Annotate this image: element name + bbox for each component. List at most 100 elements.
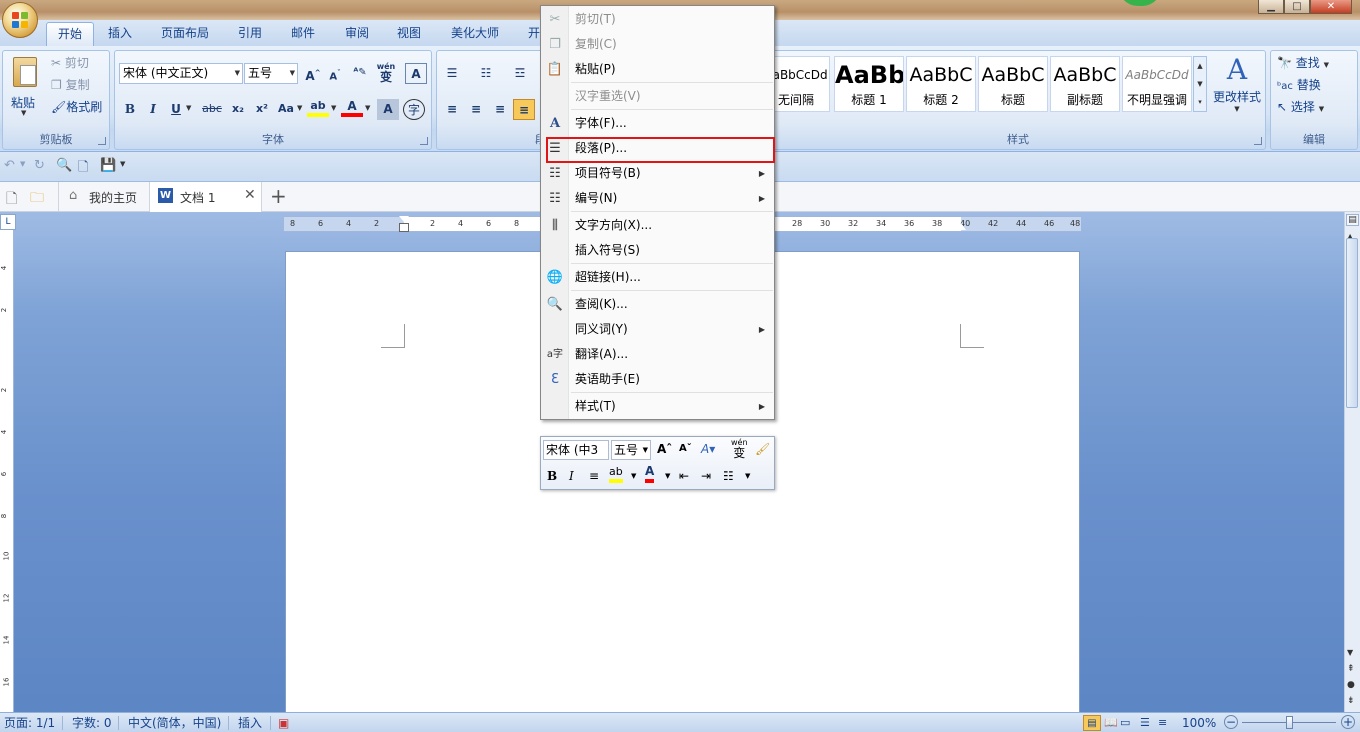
zoom-slider-thumb[interactable] — [1286, 716, 1293, 729]
style-title[interactable]: AaBbC 标题 — [978, 56, 1048, 112]
mini-format-painter-icon[interactable]: 🖌 — [755, 440, 770, 460]
mini-styles-icon[interactable]: A▾ — [701, 440, 715, 460]
align-center-button[interactable]: ≡ — [465, 99, 487, 120]
draft-view-icon[interactable]: ≡ — [1158, 715, 1167, 731]
char-shading-button[interactable]: A — [377, 99, 399, 120]
clear-format-icon[interactable]: ᴬ✎ — [349, 63, 371, 84]
left-indent-marker[interactable] — [399, 223, 409, 232]
new-document-icon[interactable]: 🗋 — [78, 158, 88, 180]
multilevel-list-button[interactable]: ☲ — [509, 63, 531, 84]
mini-bullets-icon[interactable]: ☷ — [723, 467, 734, 487]
first-line-indent-marker[interactable] — [399, 216, 409, 222]
menu-item-translate[interactable]: a字 翻译(A)... — [541, 342, 774, 367]
web-layout-icon[interactable]: ▭ — [1120, 715, 1130, 731]
tab-page-layout[interactable]: 页面布局 — [150, 22, 220, 46]
chevron-down-icon[interactable]: ▼ — [120, 160, 125, 168]
strikethrough-button[interactable]: abc — [201, 99, 223, 120]
tab-home-page[interactable]: ⌂ 我的主页 — [58, 182, 150, 211]
zoom-out-icon[interactable]: − — [1224, 715, 1238, 729]
undo-icon[interactable]: ↶ — [4, 158, 15, 173]
char-border-button[interactable]: A — [405, 63, 427, 84]
minimize-button[interactable]: ▁ — [1258, 0, 1284, 14]
menu-item-synonyms[interactable]: 同义词(Y) ▶ — [541, 317, 774, 342]
office-button[interactable] — [2, 2, 38, 38]
maximize-button[interactable]: □ — [1284, 0, 1310, 14]
tab-review[interactable]: 审阅 — [334, 22, 380, 46]
new-file-icon[interactable]: 🗋 — [6, 188, 17, 212]
mini-highlight-button[interactable]: ab — [609, 465, 623, 483]
grow-font-button[interactable]: A^ — [302, 63, 324, 84]
page-count[interactable]: 页面: 1/1 — [4, 715, 55, 731]
vertical-ruler[interactable]: 4 2 2 4 6 8 10 12 14 16 — [0, 230, 14, 712]
dialog-launcher-icon[interactable] — [98, 137, 106, 145]
tab-stop-selector[interactable]: L — [0, 214, 16, 230]
print-layout-icon[interactable]: ▤ — [1083, 715, 1101, 731]
dialog-launcher-icon[interactable] — [1254, 137, 1262, 145]
folder-icon[interactable]: 🗀 — [30, 187, 44, 211]
redo-icon[interactable]: ↻ — [34, 158, 45, 173]
menu-item-cut[interactable]: ✂ 剪切(T) — [541, 7, 774, 32]
superscript-button[interactable]: x² — [251, 99, 273, 120]
style-subtle-emphasis[interactable]: AaBbCcDd 不明显强调 — [1122, 56, 1192, 112]
menu-item-insert-symbol[interactable]: 插入符号(S) — [541, 238, 774, 263]
insert-mode[interactable]: 插入 — [238, 715, 262, 731]
tab-home[interactable]: 开始 — [46, 22, 95, 46]
add-tab-icon[interactable]: + — [270, 184, 287, 208]
close-tab-icon[interactable]: ✕ — [244, 187, 256, 203]
mini-phonetic-button[interactable]: wén 变 — [731, 438, 748, 459]
menu-item-english-assistant[interactable]: Ɛ 英语助手(E) — [541, 367, 774, 392]
format-painter-button[interactable]: 🖌格式刷 — [51, 97, 102, 117]
mini-increase-indent-icon[interactable]: ⇥ — [701, 467, 711, 487]
macro-record-icon[interactable]: ▣ — [278, 715, 289, 731]
menu-item-bullets[interactable]: ☷ 项目符号(B) ▶ — [541, 161, 774, 186]
menu-item-research[interactable]: 🔍 查阅(K)... — [541, 292, 774, 317]
tab-beautify[interactable]: 美化大师 — [440, 22, 510, 46]
right-indent-marker[interactable] — [956, 223, 966, 230]
numbering-button[interactable]: ☷ — [475, 63, 497, 84]
select-button[interactable]: ↖ 选择 ▼ — [1277, 97, 1324, 117]
tab-document-1[interactable]: W 文档 1 ✕ — [150, 182, 262, 212]
mini-font-name-select[interactable]: 宋体 (中3 — [543, 440, 609, 460]
menu-item-font[interactable]: A 字体(F)... — [541, 111, 774, 136]
menu-item-reconvert[interactable]: 汉字重选(V) — [541, 84, 774, 109]
print-preview-icon[interactable]: 🔍 — [56, 158, 72, 173]
phonetic-guide-button[interactable]: wén 变 — [375, 61, 397, 83]
font-color-button[interactable]: A — [341, 99, 363, 117]
mini-font-size-select[interactable]: 五号 ▼ — [611, 440, 651, 460]
enclose-char-button[interactable]: 字 — [403, 99, 425, 120]
menu-item-numbering[interactable]: ☷ 编号(N) ▶ — [541, 186, 774, 211]
find-button[interactable]: 🔭 查找 ▼ — [1277, 53, 1329, 73]
italic-button[interactable]: I — [142, 99, 164, 120]
change-case-button[interactable]: Aa — [275, 99, 297, 120]
mini-shrink-font-button[interactable]: Aˇ — [679, 440, 692, 460]
scrollbar-thumb[interactable] — [1346, 238, 1358, 408]
tab-view[interactable]: 视图 — [386, 22, 432, 46]
menu-item-hyperlink[interactable]: 🌐 超链接(H)... — [541, 265, 774, 290]
tab-mailings[interactable]: 邮件 — [280, 22, 326, 46]
bullets-button[interactable]: ☰ — [441, 63, 463, 84]
shrink-font-button[interactable]: Aˇ — [324, 63, 346, 84]
mini-decrease-indent-icon[interactable]: ⇤ — [679, 467, 689, 487]
style-heading-1[interactable]: AaBb 标题 1 — [834, 56, 904, 112]
ruler-toggle-icon[interactable]: ▤ — [1346, 214, 1359, 226]
mini-bold-button[interactable]: B — [547, 467, 557, 487]
scroll-down-icon[interactable]: ▼ — [1347, 648, 1353, 657]
tab-insert[interactable]: 插入 — [97, 22, 143, 46]
prev-page-icon[interactable]: ⇞ — [1347, 664, 1355, 674]
menu-item-styles[interactable]: 样式(T) ▶ — [541, 394, 774, 419]
dialog-launcher-icon[interactable] — [420, 137, 428, 145]
replace-button[interactable]: ᵇac 替换 — [1277, 75, 1321, 95]
cut-button[interactable]: ✂ 剪切 — [51, 53, 89, 73]
zoom-in-icon[interactable]: + — [1341, 715, 1355, 729]
tab-references[interactable]: 引用 — [227, 22, 273, 46]
styles-scroll[interactable]: ▲ ▼ ▾ — [1193, 56, 1207, 112]
change-styles-button[interactable]: A 更改样式 ▼ — [1210, 52, 1264, 122]
mini-font-color-button[interactable]: A — [645, 465, 655, 483]
full-screen-reading-icon[interactable]: 📖 — [1104, 715, 1118, 731]
highlight-button[interactable]: ab — [307, 99, 329, 117]
menu-item-text-direction[interactable]: ⫼ 文字方向(X)... — [541, 213, 774, 238]
font-name-select[interactable]: 宋体 (中文正文) ▼ — [119, 63, 243, 84]
align-right-button[interactable]: ≡ — [489, 99, 511, 120]
next-page-icon[interactable]: ⇟ — [1347, 696, 1355, 706]
mini-grow-font-button[interactable]: Aˆ — [657, 440, 672, 460]
